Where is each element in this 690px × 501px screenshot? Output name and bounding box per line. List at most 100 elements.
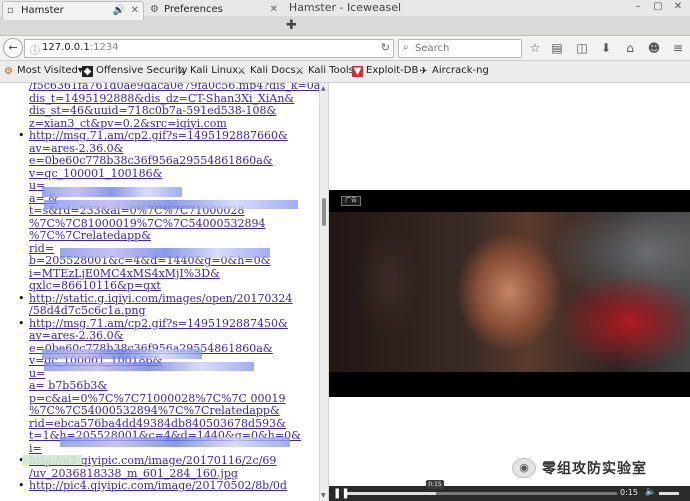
bookmark-exploit-db[interactable]: ▼ Exploit-DB xyxy=(352,65,418,77)
link-list-item: • http://msg.71.am/cp2.gif?s=149519288766… xyxy=(0,129,317,293)
bookmark-star-icon[interactable]: ☆ xyxy=(527,40,543,56)
gear-icon: ⚙ xyxy=(4,66,13,77)
new-tab-button[interactable]: ✚ xyxy=(286,18,297,33)
pane-scrollbar[interactable] xyxy=(319,83,329,501)
exploitdb-icon: ▼ xyxy=(352,66,363,77)
video-player[interactable] xyxy=(329,190,690,397)
redacted-region xyxy=(60,248,270,258)
url-link-line: qxlc=86610116&p=qxt xyxy=(29,279,161,292)
gear-icon: ⚙ xyxy=(150,4,159,15)
link-list-item: /f5c6361fa761d0ae9daca0e79fa0c56.mp4?dis… xyxy=(0,83,319,130)
url-link-line: av=ares-2.36.0& xyxy=(29,329,124,342)
redacted-region xyxy=(44,200,298,209)
url-link-line: dis_st=46&uuid=718c0b7a-591ed538-108& xyxy=(29,104,277,117)
bookmarks-toolbar: ⚙ Most Visited▾ ◆ Offensive Security ⚔ Kali… xyxy=(0,61,690,83)
link-list-item: • http://static.g.iqiyi.com/images/open/2… xyxy=(0,291,317,318)
url-link[interactable]: http://msg.71.am/cp2.gif?s=1495192887660… xyxy=(29,129,317,293)
list-bullet: • xyxy=(18,291,25,305)
kali-dragon-icon: ⚔ xyxy=(177,66,186,77)
url-link-line: v=qc_100001_100186& xyxy=(29,166,163,180)
url-link-line: e=0be60c778b38c36f956a29554861860a& xyxy=(29,154,273,167)
bookmark-label: Offensive Security xyxy=(96,65,188,76)
video-frame xyxy=(329,212,690,372)
redacted-region xyxy=(42,187,182,197)
search-input[interactable] xyxy=(415,42,519,55)
pocket-icon[interactable]: ◫ xyxy=(574,40,590,56)
redacted-region xyxy=(44,362,254,371)
video-progress-fill xyxy=(347,492,437,495)
list-bullet: • xyxy=(18,479,25,492)
tab-label: Preferences xyxy=(164,4,223,15)
url-link-line: a= b7b56b3& xyxy=(29,379,108,392)
bookmark-label: Kali Linux xyxy=(190,65,239,76)
url-link-line: http://msg.71.am/cp2.gif?s=1495192887660… xyxy=(29,129,288,142)
video-progress-bar[interactable] xyxy=(347,492,617,495)
bookmark-label: Kali Tools xyxy=(308,65,354,76)
url-host: 127.0.0.1 xyxy=(42,42,90,53)
scrollbar-thumb[interactable] xyxy=(322,198,326,226)
maximize-icon[interactable]: ▢ xyxy=(652,1,664,13)
close-window-icon[interactable]: ✕ xyxy=(672,1,684,13)
bookmark-offensive-security[interactable]: ◆ Offensive Security xyxy=(82,65,188,77)
home-icon[interactable]: ⌂ xyxy=(622,40,638,56)
link-list-item: • http://msg.71.am/cp2.gif?s=149519288745… xyxy=(0,316,317,456)
url-bar[interactable]: ⓘ 127.0.0.1:1234 ↻ xyxy=(24,39,394,58)
bookmark-most-visited[interactable]: ⚙ Most Visited▾ xyxy=(3,65,83,77)
menu-icon[interactable]: ≡ xyxy=(670,40,686,56)
reading-list-icon[interactable]: ▤ xyxy=(549,40,565,56)
bookmark-kali-tools[interactable]: ⚔ Kali Tools xyxy=(294,65,354,77)
url-link-line: /58d4d7c5c6c1a.png xyxy=(29,304,146,317)
kali-dragon-icon: ⚔ xyxy=(295,66,304,77)
tab-preferences[interactable]: ⚙ Preferences ✕ xyxy=(146,1,282,20)
url-link[interactable]: http://static.g.iqiyi.com/images/open/20… xyxy=(29,292,317,318)
watermark: ◉ 零组攻防实验室 xyxy=(512,458,647,484)
bookmark-kali-linux[interactable]: ⚔ Kali Linux xyxy=(176,65,238,77)
navigation-toolbar: ← ⓘ 127.0.0.1:1234 ↻ ⌕ ☆ ▤ ◫ ⬇ ⌂ ☻ ≡ xyxy=(0,36,690,61)
redacted-region xyxy=(42,349,202,359)
page-icon: ▫ xyxy=(7,5,14,16)
highlight-region xyxy=(22,455,82,465)
tab-label: Hamster xyxy=(21,5,64,16)
search-icon: ⌕ xyxy=(403,42,409,53)
url-text: 127.0.0.1:1234 xyxy=(42,42,119,53)
redacted-region xyxy=(60,437,290,447)
bookmark-label: Aircrack-ng xyxy=(432,65,489,76)
watermark-text: 零组攻防实验室 xyxy=(542,461,647,477)
volume-slider[interactable] xyxy=(659,492,679,495)
url-link-line: %7C%7Crelatedapp& xyxy=(29,229,151,242)
url-link-line: %7C%7C54000532894%7C%7Crelatedapp& xyxy=(29,404,280,417)
url-port: :1234 xyxy=(89,42,119,53)
scroll-up-arrow-icon[interactable]: ▲ xyxy=(321,85,326,92)
wechat-logo-icon: ◉ xyxy=(512,458,536,478)
list-bullet: • xyxy=(18,316,25,330)
link-list-item: • http://pic4.qiyipic.com/image/20170502/… xyxy=(0,479,317,493)
search-bar[interactable]: ⌕ xyxy=(398,39,522,58)
progress-tooltip: 0:15 xyxy=(426,480,444,489)
bookmark-label: Most Visited▾ xyxy=(17,65,83,76)
list-bullet: • xyxy=(18,129,25,142)
close-tab-icon[interactable]: ✕ xyxy=(270,1,278,19)
url-link[interactable]: /f5c6361fa761d0ae9daca0e79fa0c56.mp4?dis… xyxy=(29,83,319,130)
url-link[interactable]: http://pic4.qiyipic.com/image/20170502/8… xyxy=(29,479,317,493)
speaker-icon[interactable]: 🔊 xyxy=(113,2,125,20)
offsec-icon: ◆ xyxy=(82,66,93,77)
close-tab-icon[interactable]: ✕ xyxy=(131,2,139,20)
link-list: /f5c6361fa761d0ae9daca0e79fa0c56.mp4?dis… xyxy=(0,83,319,493)
aircrack-icon: ✈ xyxy=(419,66,428,77)
kali-dragon-icon: ⚔ xyxy=(237,66,246,77)
scroll-down-arrow-icon[interactable]: ▼ xyxy=(321,492,326,499)
tab-hamster[interactable]: ▫ Hamster 🔊 ✕ xyxy=(2,1,144,20)
bookmark-aircrack-ng[interactable]: ✈ Aircrack-ng xyxy=(418,65,489,77)
bookmark-kali-docs[interactable]: ⚔ Kali Docs xyxy=(236,65,296,77)
video-timecode: 0:15 xyxy=(620,488,638,497)
back-button[interactable]: ← xyxy=(3,38,23,58)
chat-icon[interactable]: ☻ xyxy=(646,40,662,56)
info-icon[interactable]: ⓘ xyxy=(30,42,40,57)
ad-tag: 广告 xyxy=(341,196,361,206)
minimize-icon[interactable]: – xyxy=(632,1,644,13)
url-link[interactable]: http://msg.71.am/cp2.gif?s=1495192887450… xyxy=(29,317,317,456)
volume-icon[interactable]: 🔈 xyxy=(645,487,656,497)
reload-icon[interactable]: ↻ xyxy=(381,41,390,54)
downloads-icon[interactable]: ⬇ xyxy=(598,40,614,56)
url-link-line: http://pic4.qiyipic.com/image/20170502/8… xyxy=(29,479,287,492)
